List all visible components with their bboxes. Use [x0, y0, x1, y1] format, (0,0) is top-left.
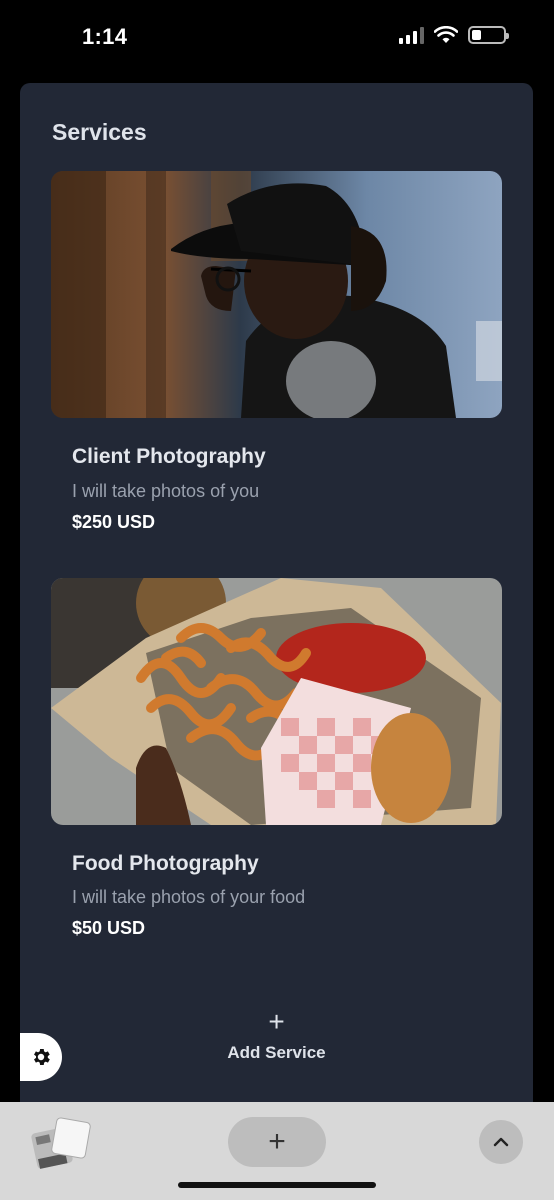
plus-icon: + — [268, 1125, 286, 1158]
page-title: Services — [52, 119, 147, 145]
tabs-icon[interactable] — [30, 1116, 92, 1174]
status-bar: 1:14 — [0, 0, 554, 70]
service-price: $50 USD — [72, 918, 146, 938]
service-description: I will take photos of your food — [72, 887, 306, 907]
add-service-label: Add Service — [227, 1043, 326, 1062]
service-name: Food Photography — [72, 852, 259, 875]
service-price: $250 USD — [72, 512, 156, 532]
scroll-up-button[interactable] — [479, 1120, 523, 1164]
wifi-icon — [434, 26, 458, 43]
service-card-client-photography[interactable]: Client Photography I will take photos of… — [51, 171, 502, 541]
home-indicator — [178, 1182, 376, 1188]
bottom-toolbar: + — [0, 1102, 554, 1200]
portrait-photo — [51, 171, 502, 418]
services-panel: Services Client Photography I will take … — [20, 83, 533, 1113]
service-card-food-photography[interactable]: Food Photography I will take photos of y… — [51, 578, 502, 948]
add-service-button[interactable]: + Add Service — [180, 1007, 373, 1077]
status-icons — [399, 26, 509, 44]
gear-icon — [34, 1049, 50, 1065]
new-tab-button[interactable]: + — [228, 1117, 326, 1167]
battery-icon — [468, 26, 509, 44]
food-photo — [51, 578, 502, 825]
plus-icon: + — [268, 1006, 285, 1037]
signal-icon — [399, 26, 424, 44]
chevron-up-icon — [493, 1137, 509, 1147]
status-time: 1:14 — [82, 24, 128, 49]
service-name: Client Photography — [72, 445, 266, 468]
service-description: I will take photos of you — [72, 481, 260, 501]
